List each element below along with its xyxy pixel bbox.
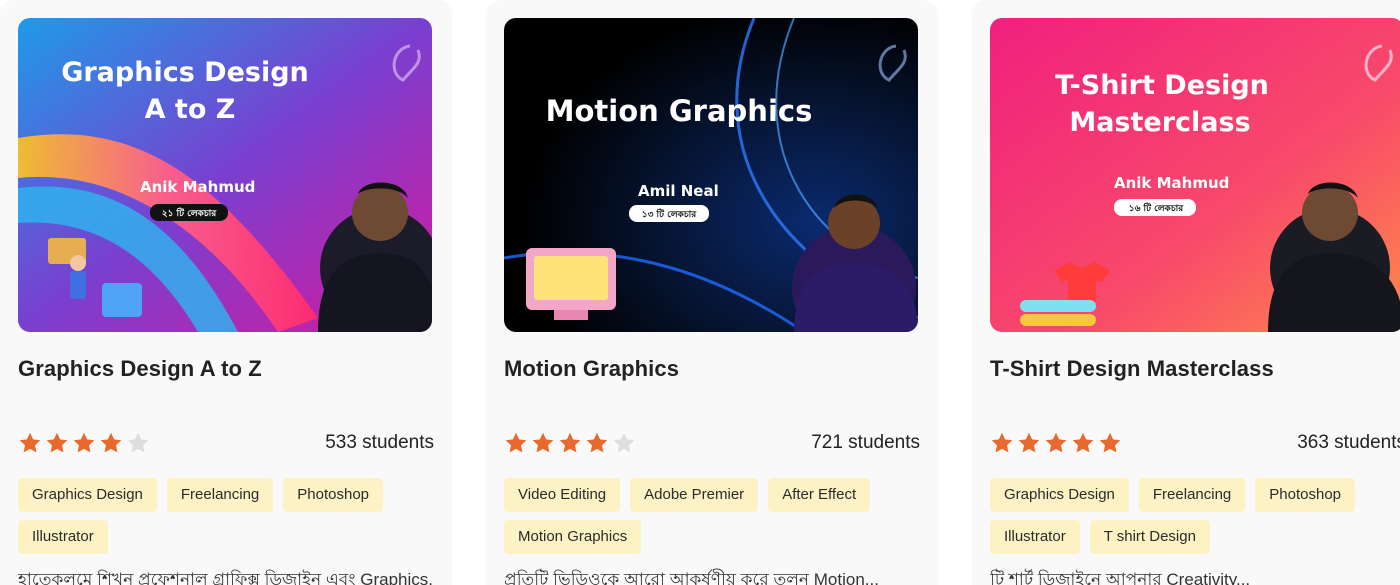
star-filled-icon — [586, 432, 608, 453]
rating-stars — [18, 431, 150, 455]
student-count: 721 students — [811, 432, 920, 453]
course-description: টি শার্ট ডিজাইনে আপনার Creativity... — [990, 570, 1251, 585]
tag-chip[interactable]: Motion Graphics — [504, 520, 642, 554]
thumbnail-instructor-name: Anik Mahmud — [1114, 174, 1229, 192]
thumbnail-instructor-name: Anik Mahmud — [140, 178, 255, 196]
star-filled-icon — [19, 432, 41, 453]
star-filled-icon — [1099, 432, 1121, 453]
course-card[interactable]: Motion Graphics Amil Neal ১৩ টি লেকচার M… — [486, 0, 938, 585]
tag-chip[interactable]: Graphics Design — [990, 478, 1129, 512]
star-filled-icon — [1045, 432, 1067, 453]
thumbnail-title-line1: Graphics Design — [61, 57, 309, 88]
rating-stars — [990, 431, 1122, 455]
star-filled-icon — [46, 432, 68, 453]
course-thumbnail[interactable]: T-Shirt Design Masterclass Anik Mahmud ১… — [990, 18, 1400, 332]
course-card[interactable]: T-Shirt Design Masterclass Anik Mahmud ১… — [972, 0, 1400, 585]
tag-list: Graphics Design Freelancing Photoshop Illus… — [18, 478, 432, 554]
tag-chip[interactable]: Photoshop — [1255, 478, 1356, 512]
star-filled-icon — [1072, 432, 1094, 453]
course-description: প্রতিটি ভিডিওকে আরো আকর্ষণীয় করে তুলুন … — [504, 570, 879, 585]
tag-chip[interactable]: T shirt Design — [1089, 520, 1210, 554]
course-title[interactable]: Graphics Design A to Z — [18, 354, 434, 384]
course-description: হাতেকলমে শিখুন প্রফেশনাল গ্রাফিক্স ডিজাই… — [18, 570, 434, 585]
tag-chip[interactable]: Photoshop — [283, 478, 384, 512]
course-meta: 721 students — [504, 428, 920, 458]
course-meta: 363 students — [990, 428, 1400, 458]
tag-chip[interactable]: Video Editing — [504, 478, 621, 512]
tag-chip[interactable]: Freelancing — [166, 478, 274, 512]
tag-chip[interactable]: Illustrator — [990, 520, 1080, 554]
course-meta: 533 students — [18, 428, 434, 458]
tag-chip[interactable]: Illustrator — [18, 520, 108, 554]
tag-chip[interactable]: Freelancing — [1138, 478, 1246, 512]
star-filled-icon — [505, 432, 527, 453]
star-empty-icon — [613, 432, 635, 453]
star-filled-icon — [73, 432, 95, 453]
course-card-row: Graphics Design A to Z Anik Mahmud ২১ টি… — [0, 0, 1400, 585]
star-filled-icon — [991, 432, 1013, 453]
course-title[interactable]: T-Shirt Design Masterclass — [990, 354, 1400, 384]
tag-chip[interactable]: Graphics Design — [18, 478, 157, 512]
tag-list: Graphics Design Freelancing Photoshop Illus… — [990, 478, 1400, 554]
star-filled-icon — [532, 432, 554, 453]
star-filled-icon — [100, 432, 122, 453]
thumbnail-title-line1: Motion Graphics — [546, 94, 813, 128]
thumbnail-graphic: Motion Graphics Amil Neal ১৩ টি লেকচার — [504, 18, 918, 332]
thumbnail-title-line1: T-Shirt Design — [1055, 70, 1269, 101]
tag-chip[interactable]: Adobe Premier — [630, 478, 759, 512]
star-filled-icon — [559, 432, 581, 453]
star-empty-icon — [127, 432, 149, 453]
course-title[interactable]: Motion Graphics — [504, 354, 920, 384]
course-card[interactable]: Graphics Design A to Z Anik Mahmud ২১ টি… — [0, 0, 452, 585]
course-thumbnail[interactable]: Graphics Design A to Z Anik Mahmud ২১ টি… — [18, 18, 432, 332]
student-count: 533 students — [325, 432, 434, 453]
thumbnail-graphic: Graphics Design A to Z Anik Mahmud ২১ টি… — [18, 18, 432, 332]
student-count: 363 students — [1297, 432, 1400, 453]
thumbnail-title-line2: Masterclass — [1069, 107, 1250, 138]
thumbnail-instructor-name: Amil Neal — [638, 182, 719, 200]
thumbnail-graphic: T-Shirt Design Masterclass Anik Mahmud ১… — [990, 18, 1400, 332]
rating-stars — [504, 431, 636, 455]
thumbnail-title-line2: A to Z — [145, 94, 236, 125]
course-thumbnail[interactable]: Motion Graphics Amil Neal ১৩ টি লেকচার — [504, 18, 918, 332]
tag-list: Video Editing Adobe Premier After Effect Mo… — [504, 478, 918, 554]
star-filled-icon — [1018, 432, 1040, 453]
tag-chip[interactable]: After Effect — [768, 478, 871, 512]
